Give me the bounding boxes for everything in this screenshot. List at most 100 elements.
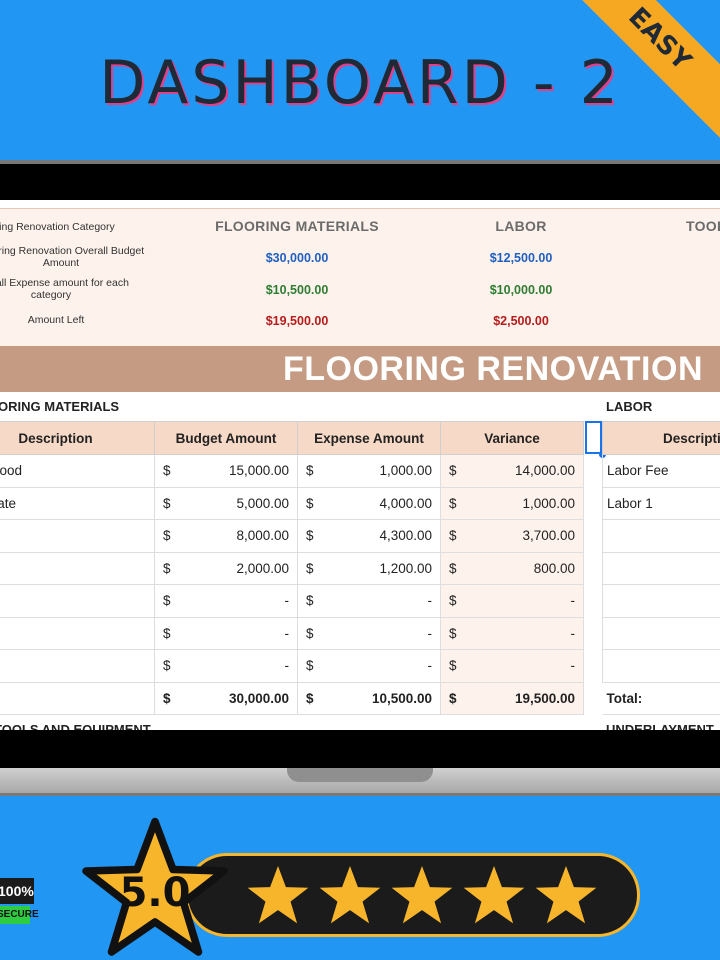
currency-symbol: $ <box>449 593 457 608</box>
currency-symbol: $ <box>306 495 314 511</box>
labor-cell-description[interactable] <box>602 519 720 553</box>
summary-label-budget: Flooring Renovation Overall Budget Amoun… <box>0 245 145 269</box>
cell-expense[interactable]: $1,000.00 <box>297 454 441 488</box>
summary-left-labor: $2,500.00 <box>493 314 549 328</box>
summary-expense-labor: $10,000.00 <box>489 283 553 297</box>
cell-description[interactable] <box>0 682 155 715</box>
currency-symbol: $ <box>449 625 457 641</box>
amount-budget: 8,000.00 <box>236 528 289 543</box>
currency-symbol: $ <box>449 528 457 543</box>
amount-expense: 10,500.00 <box>371 690 432 706</box>
cell-budget[interactable]: $15,000.00 <box>154 454 298 488</box>
currency-symbol: $ <box>306 593 314 608</box>
badge-secure: SECURE <box>0 906 39 924</box>
star-icon <box>247 865 309 924</box>
table-row-total: $30,000.00 $10,500.00 $19,500.00 <box>0 682 584 715</box>
secure-badge: 100% SECURE <box>0 872 39 928</box>
summary-label-left: Amount Left <box>27 314 85 326</box>
labor-row <box>602 584 720 618</box>
currency-symbol: $ <box>163 495 171 511</box>
cell-variance[interactable]: $ - <box>440 617 584 650</box>
rating-score: 5.0 <box>119 870 191 916</box>
cell-description[interactable] <box>0 584 155 618</box>
page-title: DASHBOARD - 2 <box>99 48 621 118</box>
amount-variance: 1,000.00 <box>522 495 575 511</box>
materials-section-title: FLOORING MATERIALS <box>0 399 120 414</box>
labor-section-title: LABOR <box>606 399 653 414</box>
cell-budget[interactable]: $5,000.00 <box>154 487 298 520</box>
currency-symbol: $ <box>306 560 314 576</box>
cell-expense[interactable]: $ - <box>297 584 441 618</box>
currency-symbol: $ <box>449 463 457 478</box>
table-row: $ - $ - $ - <box>0 649 584 683</box>
underlayment-section-title: UNDERLAYMENT <box>606 722 714 730</box>
cell-variance[interactable]: $1,000.00 <box>440 487 584 520</box>
currency-symbol: $ <box>306 528 314 543</box>
materials-table: Description Budget Amount Expense Amount… <box>0 421 584 715</box>
banner-title: FLOORING RENOVATION <box>283 350 704 388</box>
currency-symbol: $ <box>163 658 171 673</box>
currency-symbol: $ <box>163 690 171 706</box>
currency-symbol: $ <box>306 463 314 478</box>
cell-expense[interactable]: $ - <box>297 617 441 650</box>
cell-budget[interactable]: $ - <box>154 617 298 650</box>
currency-symbol: $ <box>306 690 314 706</box>
cell-description[interactable]: Hardwood <box>0 454 155 488</box>
cell-variance[interactable]: $3,700.00 <box>440 519 584 553</box>
amount-budget: 5,000.00 <box>236 495 289 511</box>
star-icon <box>319 865 381 924</box>
amount-expense: 1,000.00 <box>379 463 432 478</box>
laptop-notch <box>287 768 433 782</box>
cell-variance[interactable]: $14,000.00 <box>440 454 584 488</box>
cell-budget[interactable]: $ - <box>154 584 298 618</box>
cell-expense[interactable]: $4,000.00 <box>297 487 441 520</box>
labor-header-description: Description <box>602 421 720 455</box>
labor-cell-description[interactable] <box>602 584 720 618</box>
amount-expense: 1,200.00 <box>379 560 432 576</box>
summary-expense-materials: $10,500.00 <box>265 283 329 297</box>
cell-expense[interactable]: $10,500.00 <box>297 682 441 715</box>
section-banner: FLOORING RENOVATION <box>0 346 720 392</box>
badge-percent: 100% <box>0 878 34 904</box>
cell-expense[interactable]: $ - <box>297 649 441 683</box>
star-icon <box>463 865 525 924</box>
cell-budget[interactable]: $2,000.00 <box>154 552 298 585</box>
summary-label-category: Flooring Renovation Category <box>0 221 115 233</box>
cell-variance[interactable]: $800.00 <box>440 552 584 585</box>
currency-symbol: $ <box>449 658 457 673</box>
header-expense: Expense Amount <box>297 421 441 455</box>
selected-cell[interactable] <box>585 421 602 454</box>
summary-label-expense: Overall Expense amount for each category <box>0 277 129 301</box>
cell-variance[interactable]: $ - <box>440 649 584 683</box>
currency-symbol: $ <box>449 495 457 511</box>
star-icon <box>391 865 453 924</box>
cell-variance[interactable]: $ - <box>440 584 584 618</box>
cell-budget[interactable]: $ - <box>154 649 298 683</box>
cell-description[interactable] <box>0 617 155 650</box>
cell-budget[interactable]: $8,000.00 <box>154 519 298 553</box>
labor-cell-description[interactable]: Labor 1 <box>602 487 720 520</box>
cell-variance[interactable]: $19,500.00 <box>440 682 584 715</box>
cell-expense[interactable]: $1,200.00 <box>297 552 441 585</box>
cell-expense[interactable]: $4,300.00 <box>297 519 441 553</box>
currency-symbol: $ <box>163 528 171 543</box>
labor-cell-description[interactable] <box>602 617 720 650</box>
labor-row: Labor Fee <box>602 454 720 488</box>
cell-description[interactable] <box>0 649 155 683</box>
labor-cell-description[interactable] <box>602 649 720 683</box>
cell-description[interactable] <box>0 552 155 585</box>
laptop-bezel-top <box>0 160 720 200</box>
table-row: $8,000.00 $4,300.00 $3,700.00 <box>0 519 584 553</box>
cell-budget[interactable]: $30,000.00 <box>154 682 298 715</box>
amount-budget: 30,000.00 <box>228 690 289 706</box>
labor-row <box>602 552 720 585</box>
amount-variance: 19,500.00 <box>514 690 575 706</box>
cell-description[interactable]: Laminate <box>0 487 155 520</box>
labor-cell-description[interactable]: Labor Fee <box>602 454 720 488</box>
rating-stars <box>245 862 599 928</box>
labor-row <box>602 649 720 683</box>
laptop-screen: Flooring Renovation Category Flooring Re… <box>0 200 720 730</box>
cell-description[interactable] <box>0 519 155 553</box>
labor-cell-description[interactable] <box>602 552 720 585</box>
header-description: Description <box>0 421 155 455</box>
